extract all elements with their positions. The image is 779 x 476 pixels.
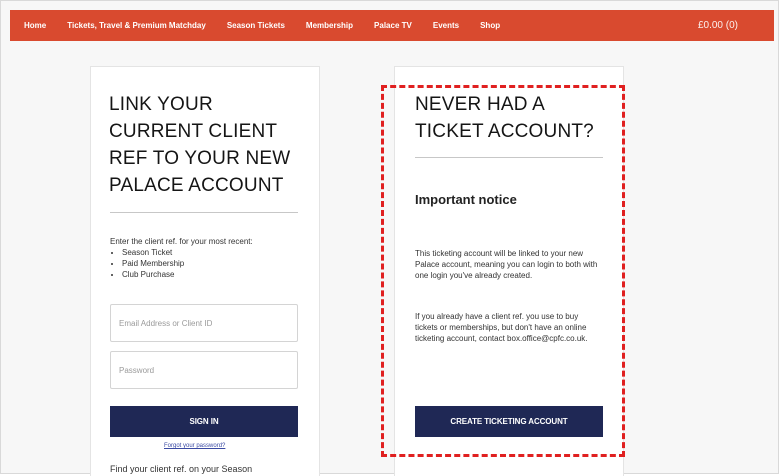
title-line-4: PALACE ACCOUNT	[109, 175, 284, 196]
title-line-1: NEVER HAD A	[415, 94, 545, 115]
notice-paragraph-2: If you already have a client ref. you us…	[415, 312, 588, 343]
title-line-2: CURRENT CLIENT	[109, 121, 278, 142]
nav-link-membership[interactable]: Membership	[306, 21, 353, 30]
title-line-2: TICKET ACCOUNT?	[415, 121, 594, 142]
create-ticketing-account-button[interactable]: CREATE TICKETING ACCOUNT	[415, 406, 603, 437]
find-client-ref-text: Find your client ref. on your Season	[110, 464, 253, 474]
link-account-card: LINK YOUR CURRENT CLIENT REF TO YOUR NEW…	[90, 66, 320, 476]
forgot-password-link[interactable]: Forgot your password?	[164, 443, 225, 449]
client-ref-instructions: Enter the client ref. for your most rece…	[110, 237, 253, 246]
title-line-3: REF TO YOUR NEW	[109, 148, 291, 169]
nav-link-tickets[interactable]: Tickets, Travel & Premium Matchday	[67, 21, 206, 30]
nav-link-season-tickets[interactable]: Season Tickets	[227, 21, 285, 30]
nav-links: Home Tickets, Travel & Premium Matchday …	[24, 10, 521, 41]
title-divider	[110, 212, 298, 213]
list-item: Paid Membership	[122, 258, 312, 269]
basket-total[interactable]: £0.00 (0)	[698, 10, 738, 41]
link-account-title: LINK YOUR CURRENT CLIENT REF TO YOUR NEW…	[109, 91, 314, 199]
list-item: Season Ticket	[122, 247, 312, 258]
password-input[interactable]	[110, 351, 298, 389]
new-account-title: NEVER HAD A TICKET ACCOUNT?	[415, 91, 620, 145]
nav-link-events[interactable]: Events	[433, 21, 459, 30]
new-account-card: NEVER HAD A TICKET ACCOUNT? Important no…	[394, 66, 624, 476]
list-item: Club Purchase	[122, 269, 312, 280]
title-line-1: LINK YOUR	[109, 94, 213, 115]
important-notice-heading: Important notice	[415, 192, 517, 207]
nav-link-palace-tv[interactable]: Palace TV	[374, 21, 412, 30]
client-ref-list: Season Ticket Paid Membership Club Purch…	[110, 247, 312, 280]
title-divider	[415, 157, 603, 158]
email-client-id-input[interactable]	[110, 304, 298, 342]
nav-link-home[interactable]: Home	[24, 21, 46, 30]
browser-frame: Home Tickets, Travel & Premium Matchday …	[0, 0, 779, 476]
top-navigation-bar: Home Tickets, Travel & Premium Matchday …	[10, 10, 774, 41]
sign-in-button[interactable]: SIGN IN	[110, 406, 298, 437]
nav-link-shop[interactable]: Shop	[480, 21, 500, 30]
notice-paragraph-1: This ticketing account will be linked to…	[415, 249, 598, 280]
